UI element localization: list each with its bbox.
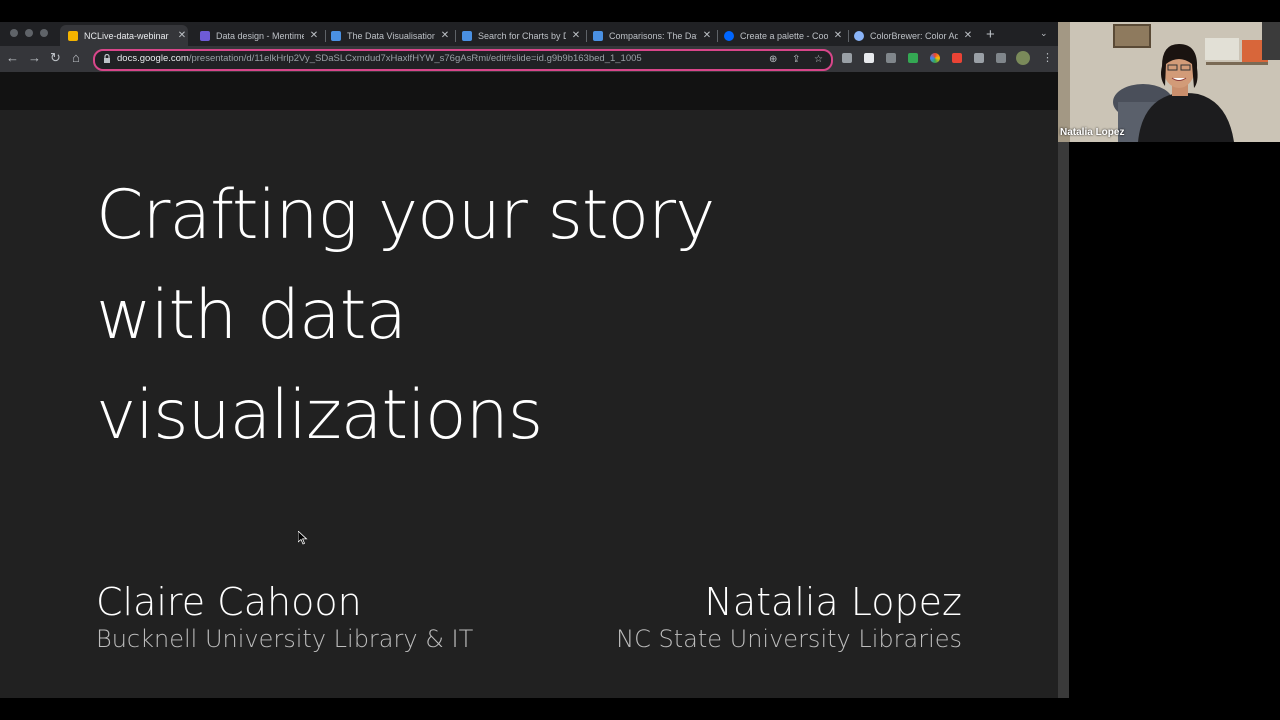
presentation-slide: Crafting your story with data visualizat…: [0, 110, 1058, 698]
presenter-org: Bucknell University Library & IT: [96, 625, 474, 653]
tab-data-viz-catalogue[interactable]: The Data Visualisation Catalogue ✕: [323, 25, 451, 46]
browser-toolbar: ← → ↻ ⌂ docs.google.com/presentation/d/1…: [0, 46, 1058, 72]
back-icon[interactable]: ←: [6, 51, 19, 65]
tab-comparisons[interactable]: Comparisons: The Data Viz ✕: [585, 25, 713, 46]
url-path: /presentation/d/11elkHrlp2Vy_SDaSLCxmdud…: [188, 53, 642, 64]
tab-title: Search for Charts by Data: [478, 30, 566, 41]
url-host: docs.google.com: [117, 53, 189, 64]
reading-list-icon[interactable]: [996, 53, 1006, 63]
bar-chart-icon: [331, 30, 341, 41]
puzzle-icon[interactable]: [974, 53, 984, 63]
tab-search-charts[interactable]: Search for Charts by Data ✕: [454, 25, 582, 46]
presenter-claire: Claire Cahoon Bucknell University Librar…: [96, 580, 473, 654]
coolors-icon: [724, 30, 734, 41]
tab-colorbrewer[interactable]: ColorBrewer: Color Advice ✕: [846, 25, 974, 46]
docs-header-area: [0, 72, 1058, 110]
presenter-org: NC State University Libraries: [616, 625, 962, 653]
participant-name-label: Natalia Lopez: [1060, 127, 1125, 138]
extension-icon[interactable]: [952, 53, 962, 63]
slide-title-line: with data: [96, 276, 407, 355]
tab-title: ColorBrewer: Color Advice: [870, 30, 958, 41]
forward-icon[interactable]: →: [28, 51, 41, 65]
close-icon[interactable]: ✕: [439, 30, 451, 41]
url-text: docs.google.com/presentation/d/11elkHrlp…: [117, 53, 642, 64]
tab-title: Data design - Mentimeter: [216, 30, 304, 41]
tab-title: Comparisons: The Data Viz: [609, 30, 697, 41]
bookmark-star-icon[interactable]: ☆: [814, 54, 823, 65]
colorbrewer-icon: [854, 30, 864, 41]
tab-strip: NCLive-data-webinar ✕ Data design - Ment…: [0, 22, 1058, 46]
close-window-button[interactable]: [10, 29, 18, 37]
home-icon[interactable]: ⌂: [72, 51, 80, 65]
new-tab-button[interactable]: +: [986, 26, 995, 43]
slide-title-line: Crafting your story: [96, 176, 715, 255]
extension-icon[interactable]: [864, 53, 874, 63]
slide-title: Crafting your story with data visualizat…: [96, 166, 715, 466]
presenter-natalia: Natalia Lopez NC State University Librar…: [616, 580, 962, 654]
tab-ncl-webinar[interactable]: NCLive-data-webinar ✕: [60, 25, 188, 46]
tab-mentimeter[interactable]: Data design - Mentimeter ✕: [192, 25, 320, 46]
bar-chart-icon: [593, 30, 603, 41]
maximize-window-button[interactable]: [40, 29, 48, 37]
tab-coolors[interactable]: Create a palette - Coolors ✕: [716, 25, 844, 46]
share-icon[interactable]: ⇪: [792, 54, 800, 65]
close-icon[interactable]: ✕: [832, 30, 844, 41]
slide-title-line: visualizations: [96, 376, 543, 455]
extension-icon[interactable]: [886, 53, 896, 63]
extension-icon[interactable]: [908, 53, 918, 63]
tab-title: Create a palette - Coolors: [740, 30, 828, 41]
browser-window: NCLive-data-webinar ✕ Data design - Ment…: [0, 22, 1058, 698]
color-picker-extension-icon[interactable]: [930, 53, 940, 63]
slides-icon: [68, 30, 78, 41]
tab-title: NCLive-data-webinar: [84, 30, 169, 41]
lock-icon: [104, 54, 110, 63]
presenter-name: Natalia Lopez: [704, 580, 962, 624]
more-menu-icon[interactable]: ⋮: [1042, 51, 1053, 65]
close-icon[interactable]: ✕: [570, 30, 582, 41]
vertical-scrollbar[interactable]: [1058, 142, 1069, 698]
bar-chart-icon: [462, 30, 472, 41]
mentimeter-icon: [200, 30, 210, 41]
avatar[interactable]: [1016, 51, 1030, 65]
close-icon[interactable]: ✕: [308, 30, 320, 41]
zoom-icon[interactable]: ⊕: [769, 54, 777, 65]
minimize-window-button[interactable]: [25, 29, 33, 37]
presenter-name: Claire Cahoon: [96, 580, 362, 624]
extension-icon[interactable]: [842, 53, 852, 63]
participant-video: [1058, 22, 1280, 142]
webcam-tile: Natalia Lopez: [1058, 22, 1280, 142]
close-icon[interactable]: ✕: [176, 30, 188, 41]
close-icon[interactable]: ✕: [701, 30, 713, 41]
address-bar[interactable]: docs.google.com/presentation/d/11elkHrlp…: [93, 49, 833, 71]
reload-icon[interactable]: ↻: [50, 51, 61, 65]
tab-search-menu-icon[interactable]: ⌄: [1040, 28, 1048, 39]
close-icon[interactable]: ✕: [962, 30, 974, 41]
mouse-cursor-icon: [298, 531, 308, 545]
tab-title: The Data Visualisation Catalogue: [347, 30, 435, 41]
